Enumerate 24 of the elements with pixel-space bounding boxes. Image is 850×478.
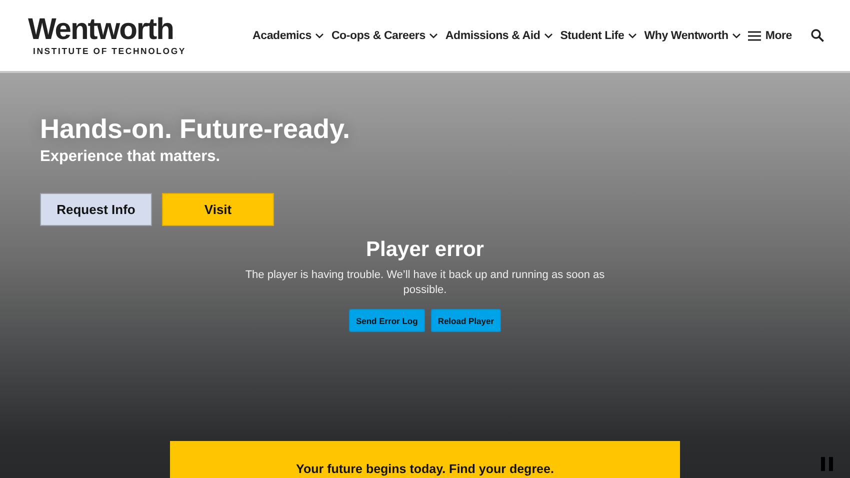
send-error-log-button[interactable]: Send Error Log — [348, 309, 425, 332]
reload-player-button[interactable]: Reload Player — [430, 309, 502, 332]
nav-link[interactable]: Student Life — [560, 30, 638, 42]
request-info-button[interactable]: Request Info — [40, 193, 152, 226]
chevron-down-icon — [732, 32, 742, 38]
menu-icon — [748, 30, 762, 40]
nav-link[interactable]: More — [748, 30, 792, 42]
nav-link[interactable]: Why Wentworth — [644, 30, 742, 42]
nav-link[interactable]: Admissions & Aid — [445, 30, 554, 42]
chevron-down-icon — [429, 32, 438, 38]
logo-tagline: INSTITUTE OF TECHNOLOGY — [33, 46, 186, 56]
error-title: Player error — [366, 237, 484, 263]
degree-banner[interactable]: Your future begins today. Find your degree. — [170, 441, 680, 478]
visit-button[interactable]: Visit — [162, 193, 274, 226]
hero-title: Hands-on. Future-ready. — [40, 113, 350, 145]
chevron-down-icon — [315, 32, 324, 38]
error-message: The player is having trouble. We’ll have it back up and running as soon as possible. — [245, 268, 605, 298]
chevron-down-icon — [628, 32, 638, 38]
hero-subtitle: Experience that matters. — [40, 148, 220, 166]
logo-wordmark[interactable]: Wentworth — [28, 15, 174, 45]
nav-link[interactable]: Academics — [252, 30, 324, 42]
nav-link[interactable]: Co-ops & Careers — [331, 30, 438, 42]
chevron-down-icon — [544, 32, 554, 38]
search-icon[interactable] — [811, 29, 824, 42]
